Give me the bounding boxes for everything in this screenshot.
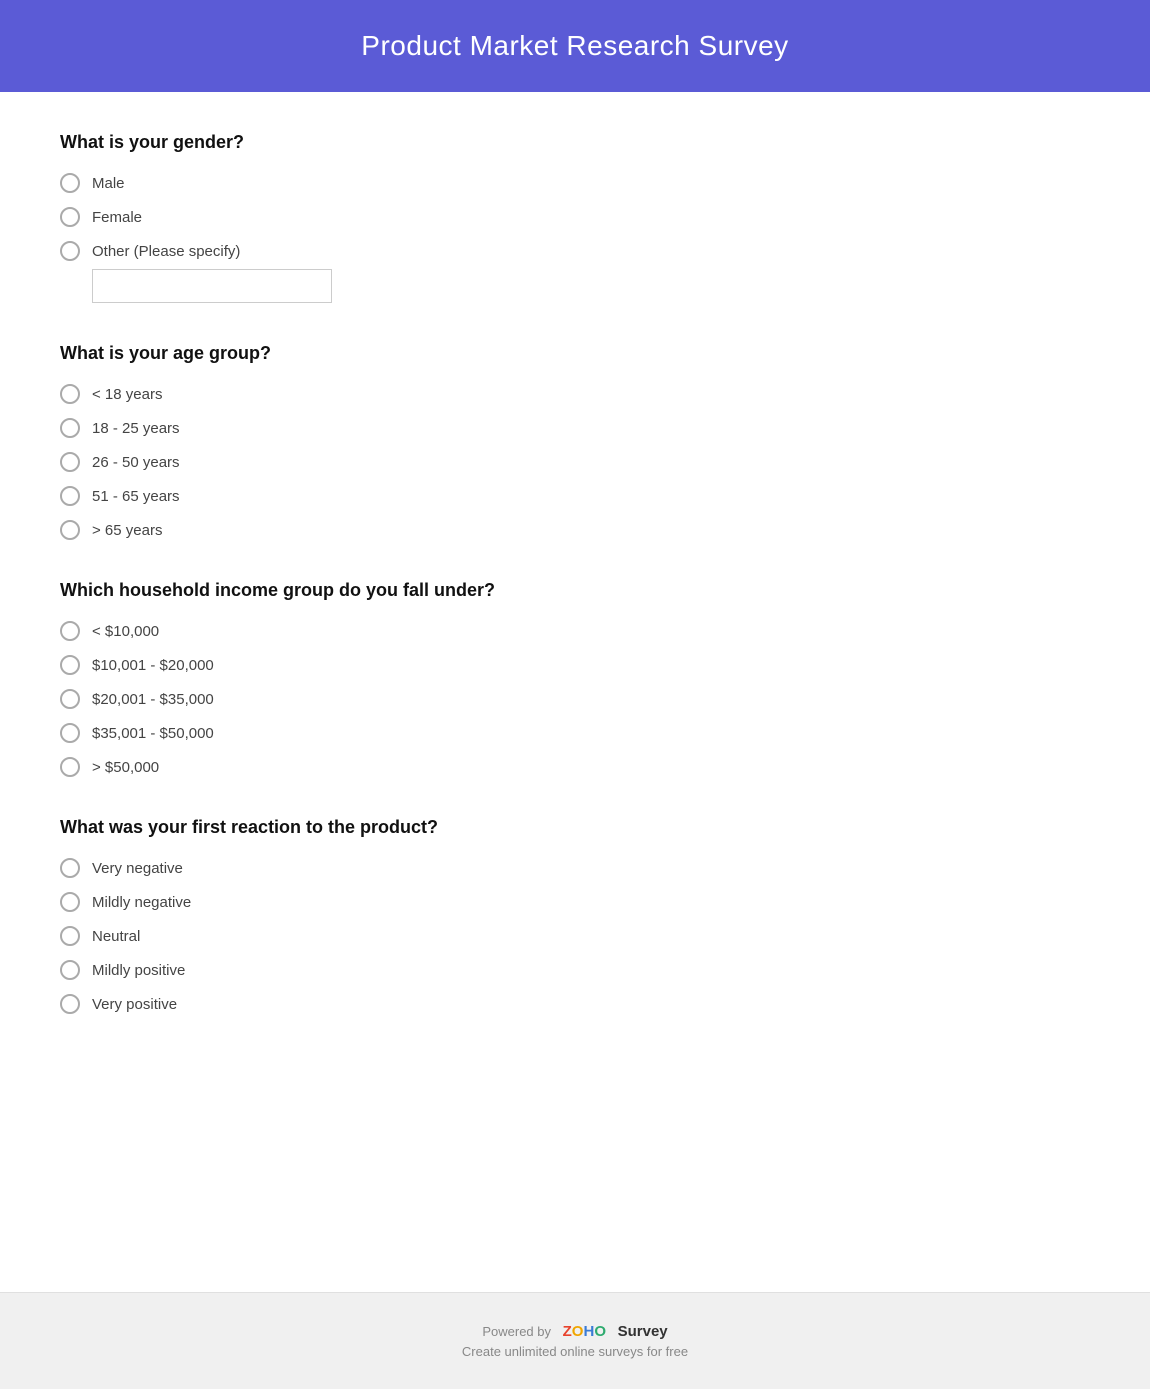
radio-income-under10k[interactable]: [60, 621, 80, 641]
age-options-list: < 18 years 18 - 25 years 26 - 50 years 5…: [60, 384, 1090, 540]
other-specify-container: [92, 269, 1090, 303]
zoho-logo: ZOHO: [563, 1323, 606, 1340]
list-item[interactable]: $20,001 - $35,000: [60, 689, 1090, 709]
survey-title: Product Market Research Survey: [20, 30, 1130, 62]
footer-tagline: Create unlimited online surveys for free: [20, 1344, 1130, 1359]
option-age-over65-label: > 65 years: [92, 522, 162, 539]
option-very-negative-label: Very negative: [92, 860, 183, 877]
page-header: Product Market Research Survey: [0, 0, 1150, 92]
radio-age-51-65[interactable]: [60, 486, 80, 506]
radio-neutral[interactable]: [60, 926, 80, 946]
radio-female[interactable]: [60, 207, 80, 227]
option-female-label: Female: [92, 209, 142, 226]
question-income: Which household income group do you fall…: [60, 580, 1090, 777]
option-age-26-50-label: 26 - 50 years: [92, 454, 180, 471]
reaction-options-list: Very negative Mildly negative Neutral Mi…: [60, 858, 1090, 1014]
radio-age-over65[interactable]: [60, 520, 80, 540]
radio-mildly-negative[interactable]: [60, 892, 80, 912]
radio-other[interactable]: [60, 241, 80, 261]
option-mildly-positive-label: Mildly positive: [92, 962, 185, 979]
list-item[interactable]: > 65 years: [60, 520, 1090, 540]
radio-age-26-50[interactable]: [60, 452, 80, 472]
footer-powered-by: Powered by ZOHO Survey: [20, 1323, 1130, 1340]
option-age-under18-label: < 18 years: [92, 386, 162, 403]
list-item[interactable]: 26 - 50 years: [60, 452, 1090, 472]
option-age-51-65-label: 51 - 65 years: [92, 488, 180, 505]
zoho-letter-o1: O: [572, 1323, 584, 1340]
income-options-list: < $10,000 $10,001 - $20,000 $20,001 - $3…: [60, 621, 1090, 777]
list-item[interactable]: Other (Please specify): [60, 241, 1090, 261]
question-income-title: Which household income group do you fall…: [60, 580, 1090, 601]
list-item[interactable]: > $50,000: [60, 757, 1090, 777]
question-reaction-title: What was your first reaction to the prod…: [60, 817, 1090, 838]
page-footer: Powered by ZOHO Survey Create unlimited …: [0, 1292, 1150, 1389]
other-specify-input[interactable]: [92, 269, 332, 303]
option-age-18-25-label: 18 - 25 years: [92, 420, 180, 437]
radio-male[interactable]: [60, 173, 80, 193]
question-reaction: What was your first reaction to the prod…: [60, 817, 1090, 1014]
main-content: What is your gender? Male Female Other (…: [0, 92, 1150, 1292]
radio-very-positive[interactable]: [60, 994, 80, 1014]
list-item[interactable]: Mildly positive: [60, 960, 1090, 980]
radio-income-over50k[interactable]: [60, 757, 80, 777]
option-mildly-negative-label: Mildly negative: [92, 894, 191, 911]
option-income-over50k-label: > $50,000: [92, 759, 159, 776]
option-income-20-35k-label: $20,001 - $35,000: [92, 691, 214, 708]
radio-age-18-25[interactable]: [60, 418, 80, 438]
list-item[interactable]: Very negative: [60, 858, 1090, 878]
list-item[interactable]: Male: [60, 173, 1090, 193]
option-neutral-label: Neutral: [92, 928, 140, 945]
zoho-letter-h: H: [583, 1323, 594, 1340]
radio-very-negative[interactable]: [60, 858, 80, 878]
question-age: What is your age group? < 18 years 18 - …: [60, 343, 1090, 540]
question-gender-title: What is your gender?: [60, 132, 1090, 153]
radio-income-10-20k[interactable]: [60, 655, 80, 675]
radio-income-35-50k[interactable]: [60, 723, 80, 743]
option-male-label: Male: [92, 175, 125, 192]
option-very-positive-label: Very positive: [92, 996, 177, 1013]
option-income-35-50k-label: $35,001 - $50,000: [92, 725, 214, 742]
zoho-letter-o2: O: [594, 1323, 606, 1340]
list-item[interactable]: Mildly negative: [60, 892, 1090, 912]
list-item[interactable]: Very positive: [60, 994, 1090, 1014]
gender-options-list: Male Female Other (Please specify): [60, 173, 1090, 261]
list-item[interactable]: < $10,000: [60, 621, 1090, 641]
radio-income-20-35k[interactable]: [60, 689, 80, 709]
list-item[interactable]: < 18 years: [60, 384, 1090, 404]
list-item[interactable]: Female: [60, 207, 1090, 227]
list-item[interactable]: $35,001 - $50,000: [60, 723, 1090, 743]
question-gender: What is your gender? Male Female Other (…: [60, 132, 1090, 303]
survey-label: Survey: [618, 1323, 668, 1340]
option-income-under10k-label: < $10,000: [92, 623, 159, 640]
list-item[interactable]: 18 - 25 years: [60, 418, 1090, 438]
option-other-label: Other (Please specify): [92, 243, 240, 260]
option-income-10-20k-label: $10,001 - $20,000: [92, 657, 214, 674]
powered-by-text: Powered by: [482, 1324, 551, 1339]
zoho-letter-z: Z: [563, 1323, 572, 1340]
radio-mildly-positive[interactable]: [60, 960, 80, 980]
list-item[interactable]: $10,001 - $20,000: [60, 655, 1090, 675]
question-age-title: What is your age group?: [60, 343, 1090, 364]
list-item[interactable]: 51 - 65 years: [60, 486, 1090, 506]
radio-age-under18[interactable]: [60, 384, 80, 404]
list-item[interactable]: Neutral: [60, 926, 1090, 946]
